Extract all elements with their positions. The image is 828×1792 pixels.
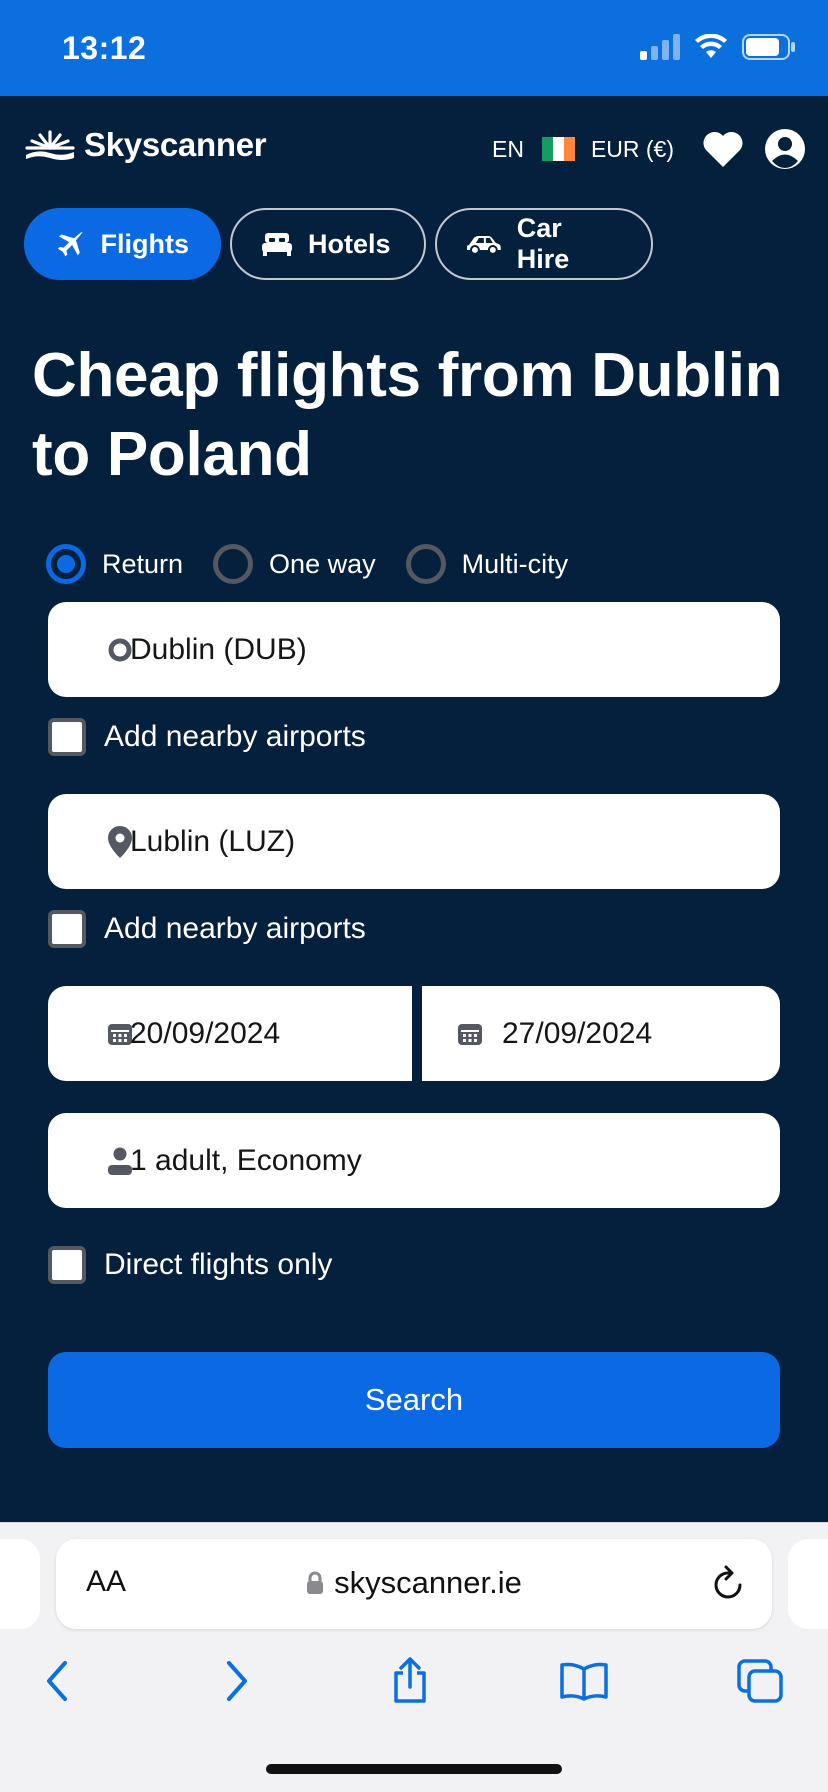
browser-nav — [0, 1651, 828, 1721]
bookmarks-icon[interactable] — [554, 1651, 614, 1711]
destination-field[interactable]: Lublin (LUZ) — [48, 794, 780, 889]
depart-date-value: 20/09/2024 — [130, 1016, 281, 1050]
reload-icon[interactable] — [712, 1565, 746, 1601]
bed-icon — [262, 233, 292, 256]
tab-flights[interactable]: Flights — [24, 208, 221, 280]
url-text: skyscanner.ie — [334, 1565, 522, 1600]
tab-car-hire-label: Car Hire — [516, 213, 570, 274]
origin-field[interactable]: Dublin (DUB) — [48, 602, 780, 697]
home-indicator — [266, 1764, 562, 1774]
language-selector[interactable]: EN — [492, 136, 524, 163]
trip-type-multi-city[interactable]: Multi-city — [405, 544, 569, 584]
status-bar: 13:12 — [0, 0, 828, 96]
trip-type-selector: Return One way Multi-city — [46, 544, 598, 584]
skyscanner-logo[interactable]: Skyscanner — [24, 126, 267, 164]
url-display[interactable]: skyscanner.ie — [56, 1565, 772, 1601]
status-time: 13:12 — [62, 30, 147, 66]
share-icon[interactable] — [380, 1651, 440, 1711]
origin-nearby-checkbox[interactable] — [48, 718, 86, 756]
previous-tab-edge[interactable] — [0, 1539, 40, 1629]
plane-icon — [57, 232, 83, 257]
origin-nearby-label: Add nearby airports — [104, 720, 366, 753]
address-bar[interactable]: AA skyscanner.ie — [56, 1539, 772, 1629]
tab-hotels-label: Hotels — [308, 228, 391, 259]
travellers-value: 1 adult, Economy — [130, 1143, 362, 1177]
back-icon[interactable] — [28, 1651, 88, 1711]
calendar-icon — [444, 986, 496, 1081]
direct-flights-label: Direct flights only — [104, 1248, 333, 1281]
radio-multi-city[interactable] — [405, 544, 446, 584]
account-icon[interactable] — [764, 128, 806, 170]
page-title: Cheap flights from Dublin to Poland — [32, 341, 783, 489]
destination-value: Lublin (LUZ) — [130, 824, 296, 858]
status-icons — [640, 34, 796, 60]
ireland-flag-icon[interactable] — [541, 137, 575, 161]
destination-nearby-option[interactable]: Add nearby airports — [48, 910, 366, 948]
tab-car-hire[interactable]: Car Hire — [435, 208, 653, 280]
origin-nearby-option[interactable]: Add nearby airports — [48, 718, 366, 756]
forward-icon[interactable] — [206, 1651, 266, 1711]
depart-date-field[interactable]: 20/09/2024 — [48, 986, 412, 1081]
browser-toolbar: AA skyscanner.ie — [0, 1522, 828, 1792]
return-date-value: 27/09/2024 — [502, 1016, 653, 1050]
heart-icon[interactable] — [702, 130, 744, 168]
logo-text: Skyscanner — [84, 126, 267, 163]
direct-flights-checkbox[interactable] — [48, 1246, 86, 1284]
return-date-field[interactable]: 27/09/2024 — [422, 986, 780, 1081]
header-actions: EN EUR (€) — [492, 128, 806, 170]
tabs-icon[interactable] — [730, 1651, 790, 1711]
radio-return-label: Return — [102, 548, 184, 579]
tab-hotels[interactable]: Hotels — [230, 208, 426, 280]
destination-nearby-checkbox[interactable] — [48, 910, 86, 948]
product-tabs: Flights Hotels Car Hire — [24, 208, 653, 280]
radio-return[interactable] — [46, 544, 86, 584]
signal-icon — [640, 34, 680, 60]
destination-nearby-label: Add nearby airports — [104, 912, 366, 945]
wifi-icon — [695, 34, 727, 58]
battery-icon — [742, 34, 795, 60]
currency-selector[interactable]: EUR (€) — [591, 136, 674, 163]
direct-flights-option[interactable]: Direct flights only — [48, 1246, 332, 1284]
sunrise-logo-icon — [25, 130, 75, 160]
search-button[interactable]: Search — [48, 1352, 780, 1448]
radio-one-way-label: One way — [269, 548, 376, 579]
car-icon — [467, 236, 501, 255]
radio-one-way[interactable] — [213, 544, 254, 584]
origin-value: Dublin (DUB) — [130, 632, 307, 666]
trip-type-return[interactable]: Return — [46, 544, 183, 584]
tab-flights-label: Flights — [100, 228, 190, 259]
radio-multi-city-label: Multi-city — [461, 548, 569, 579]
trip-type-one-way[interactable]: One way — [213, 544, 376, 584]
travellers-field[interactable]: 1 adult, Economy — [48, 1113, 780, 1208]
next-tab-edge[interactable] — [788, 1539, 828, 1629]
lock-icon — [307, 1571, 324, 1594]
site-header: Skyscanner EN EUR (€) — [0, 96, 828, 206]
